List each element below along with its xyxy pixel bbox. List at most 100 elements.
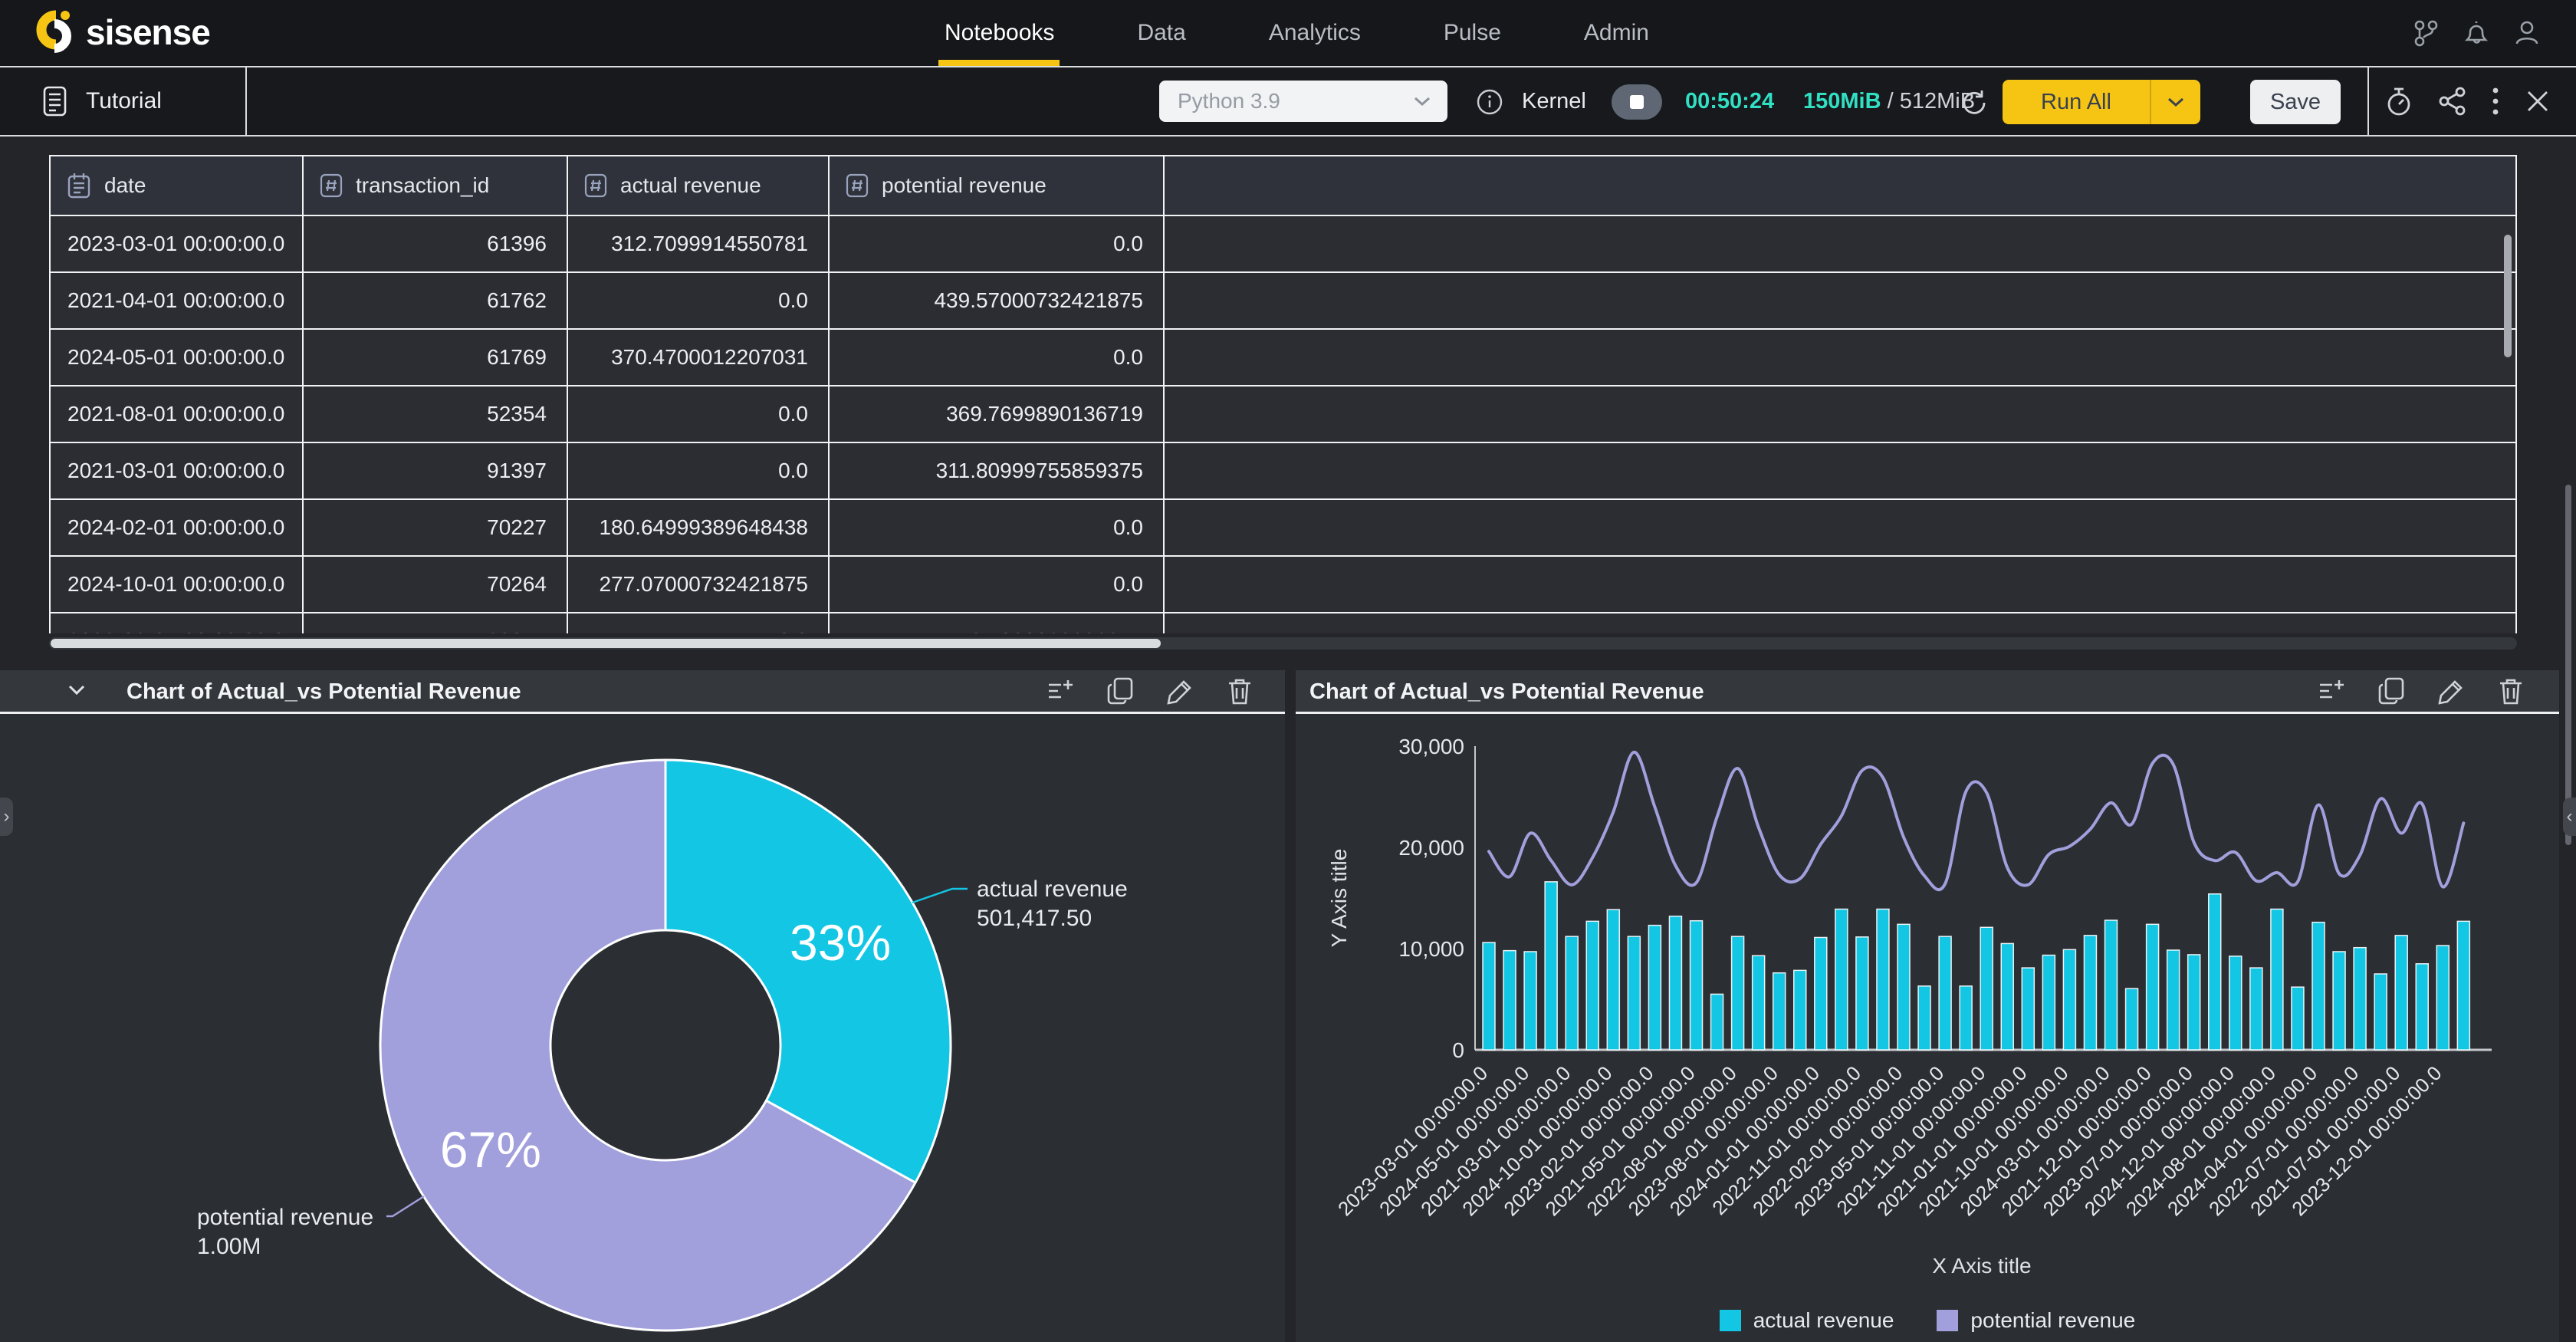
bar-35: [2209, 894, 2221, 1050]
bar-38: [2271, 909, 2283, 1050]
bar-18: [1856, 937, 1868, 1050]
toolbar-separator: [0, 135, 2576, 137]
legend-label: actual revenue: [1753, 1308, 1894, 1333]
column-header-actual-revenue[interactable]: actual revenue: [568, 156, 830, 215]
user-icon[interactable]: [2512, 18, 2542, 48]
sisense-logo[interactable]: sisense: [31, 9, 210, 55]
column-header-transaction_id[interactable]: transaction_id: [304, 156, 568, 215]
donut-percent-label: 67%: [440, 1121, 541, 1178]
tab-tutorial[interactable]: Tutorial: [40, 67, 162, 135]
table-row: 2024-02-01 00:00:00.070227180.6499938964…: [51, 500, 2515, 557]
table-cell: 70264: [304, 557, 568, 612]
table-cell: 0.0: [568, 386, 830, 442]
nav-tab-pulse[interactable]: Pulse: [1444, 20, 1501, 46]
run-all-label: Run All: [2003, 90, 2150, 115]
delete-trash-icon[interactable]: [1225, 676, 1254, 706]
table-hscrollbar-thumb[interactable]: [51, 639, 1161, 648]
kebab-menu-icon[interactable]: [2490, 84, 2501, 118]
donut-callout-line: [912, 889, 968, 903]
edit-pencil-icon[interactable]: [1165, 676, 1196, 706]
combo-chart: 010,00020,00030,000Y Axis title2023-03-0…: [1296, 714, 2559, 1342]
bar-0: [1483, 942, 1495, 1050]
bar-31: [2126, 988, 2138, 1050]
table-cell: 2024-05-01 00:00:00.0: [51, 330, 304, 385]
bar-33: [2167, 950, 2180, 1050]
donut-callout-label: actual revenue501,417.50: [977, 877, 1128, 931]
bar-11: [1711, 994, 1723, 1050]
table-cell: 2021-04-01 00:00:00.0: [51, 273, 304, 328]
table-cell: 2024-10-01 00:00:00.0: [51, 557, 304, 612]
run-all-button[interactable]: Run All: [2003, 80, 2200, 124]
column-header-label: transaction_id: [356, 173, 489, 198]
kernel-timer: 00:50:24: [1685, 89, 1774, 114]
bar-10: [1691, 921, 1703, 1050]
column-header-potential-revenue[interactable]: potential revenue: [830, 156, 1165, 215]
x-axis-title: X Axis title: [1932, 1254, 2031, 1278]
bar-29: [2084, 936, 2096, 1050]
legend-item-actual-revenue[interactable]: actual revenue: [1720, 1308, 1894, 1333]
delete-trash-icon[interactable]: [2496, 676, 2525, 706]
duplicate-icon[interactable]: [1106, 676, 1136, 706]
add-to-list-icon[interactable]: [1044, 676, 1076, 706]
donut-callout-line: [386, 1196, 424, 1216]
pie-chart-panel: Chart of Actual_vs Potential Revenue: [0, 670, 1285, 1342]
kernel-select[interactable]: Python 3.9: [1159, 81, 1447, 122]
table-cell: 2021-03-01 00:00:00.0: [51, 443, 304, 498]
table-cell: 0.0: [830, 500, 1165, 555]
info-icon[interactable]: [1476, 88, 1503, 116]
bar-1: [1503, 951, 1516, 1050]
bell-icon[interactable]: [2461, 18, 2492, 48]
chevron-down-icon: [2167, 96, 2185, 108]
table-cell: 537.030029296875: [830, 613, 1165, 633]
left-panel-expand-handle[interactable]: ›: [0, 798, 13, 836]
bar-39: [2292, 987, 2304, 1050]
git-branch-icon[interactable]: [2410, 18, 2441, 48]
bar-37: [2250, 968, 2262, 1050]
add-to-list-icon[interactable]: [2315, 676, 2348, 706]
table-cell: 2021-08-01 00:00:00.0: [51, 386, 304, 442]
page-vscrollbar-thumb[interactable]: [2565, 485, 2571, 845]
duplicate-icon[interactable]: [2377, 676, 2407, 706]
column-header-label: actual revenue: [620, 173, 761, 198]
bar-42: [2354, 948, 2366, 1050]
kernel-label: Kernel: [1522, 89, 1586, 114]
table-row: 2024-05-01 00:00:00.061769370.4700012207…: [51, 330, 2515, 386]
nav-tab-analytics[interactable]: Analytics: [1269, 20, 1361, 46]
pie-chart-panel-header: Chart of Actual_vs Potential Revenue: [0, 670, 1285, 714]
save-button[interactable]: Save: [2250, 80, 2341, 124]
table-cell: 369.7699890136719: [830, 386, 1165, 442]
refresh-icon[interactable]: [1959, 87, 1988, 117]
bar-27: [2042, 956, 2055, 1050]
close-icon[interactable]: [2522, 86, 2553, 117]
bar-6: [1607, 909, 1619, 1050]
table-row: 2021-08-01 00:00:00.0523540.0369.7699890…: [51, 386, 2515, 443]
table-cell: 91397: [304, 443, 568, 498]
bar-32: [2147, 924, 2159, 1050]
legend-item-potential-revenue[interactable]: potential revenue: [1937, 1308, 2135, 1333]
notebook-icon: [40, 84, 69, 118]
toolbar-divider: [245, 67, 247, 135]
nav-tab-data[interactable]: Data: [1137, 20, 1185, 46]
stop-kernel-button[interactable]: [1612, 84, 1662, 120]
nav-tab-admin[interactable]: Admin: [1584, 20, 1649, 46]
column-header-date[interactable]: date: [51, 156, 304, 215]
chevron-down-icon: [1412, 94, 1432, 108]
bar-17: [1835, 909, 1848, 1050]
bar-28: [2063, 949, 2075, 1050]
nav-tab-notebooks[interactable]: Notebooks: [945, 20, 1054, 46]
right-panel-expand-handle[interactable]: ‹: [2563, 798, 2576, 836]
share-icon[interactable]: [2436, 85, 2469, 117]
bar-41: [2333, 952, 2345, 1050]
stop-icon: [1630, 95, 1644, 109]
bar-26: [2022, 968, 2034, 1050]
collapse-chevron-icon[interactable]: [66, 683, 87, 698]
run-all-dropdown[interactable]: [2151, 96, 2200, 108]
memory-used: 150MiB: [1803, 89, 1881, 113]
table-cell: 311.80999755859375: [830, 443, 1165, 498]
chart-legend: actual revenue potential revenue: [1296, 1308, 2559, 1333]
edit-pencil-icon[interactable]: [2436, 676, 2467, 706]
stopwatch-icon[interactable]: [2383, 84, 2415, 118]
table-cell: 61762: [304, 273, 568, 328]
table-cell: 2023-03-01 00:00:00.0: [51, 216, 304, 271]
table-vscrollbar-thumb[interactable]: [2504, 235, 2512, 357]
